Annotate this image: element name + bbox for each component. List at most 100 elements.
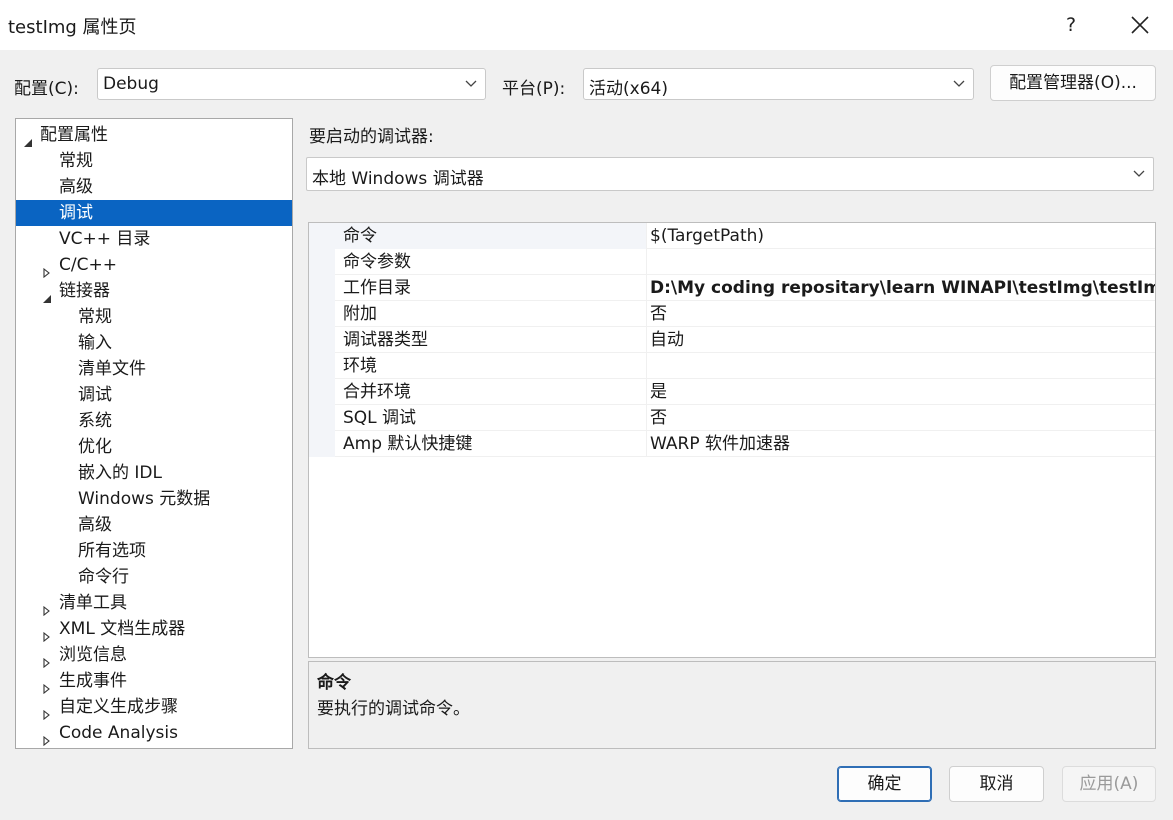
tree-item[interactable]: 优化 (16, 434, 292, 460)
tree-item[interactable]: 生成事件 (16, 668, 292, 695)
cancel-button[interactable]: 取消 (949, 766, 1044, 802)
tree-item-label: Code Analysis (59, 723, 178, 743)
row-gutter (309, 223, 335, 249)
ok-button[interactable]: 确定 (837, 766, 932, 802)
property-row[interactable]: 工作目录 D:\My coding repositary\learn WINAPI… (309, 275, 1155, 301)
tree-item[interactable]: XML 文档生成器 (16, 616, 292, 643)
property-row[interactable]: SQL 调试否 (309, 405, 1155, 431)
config-dropdown[interactable]: Debug (97, 68, 486, 100)
row-gutter (309, 379, 335, 405)
tree-collapsed-icon[interactable] (42, 650, 52, 669)
tree-item[interactable]: 配置属性 (16, 122, 292, 148)
property-value[interactable]: WARP 软件加速器 (647, 431, 1155, 457)
chevron-down-icon (953, 80, 965, 87)
tree-expanded-icon[interactable] (42, 286, 52, 303)
tree-item[interactable]: 调试 (16, 382, 292, 408)
tree-item[interactable]: 清单工具 (16, 590, 292, 617)
tree-item[interactable]: 所有选项 (16, 538, 292, 564)
tree-item[interactable]: Code Analysis (16, 720, 292, 747)
tree-item[interactable]: 高级 (16, 512, 292, 538)
property-name: SQL 调试 (335, 405, 647, 431)
property-value[interactable] (647, 353, 1155, 379)
tree-item[interactable]: C/C++ (16, 252, 292, 279)
tree-collapsed-icon[interactable] (42, 598, 52, 617)
row-gutter (309, 275, 335, 301)
tree-item[interactable]: Windows 元数据 (16, 486, 292, 512)
tree-collapsed-icon[interactable] (42, 728, 52, 747)
close-button[interactable] (1118, 6, 1162, 44)
config-label: 配置(C): (14, 79, 79, 99)
tree-item-label: 配置属性 (40, 125, 108, 145)
property-row[interactable]: 合并环境是 (309, 379, 1155, 405)
title-bar: testImg 属性页 ? (0, 0, 1173, 50)
property-value[interactable]: 是 (647, 379, 1155, 405)
tree-item[interactable]: 常规 (16, 148, 292, 174)
tree-item[interactable]: 调试 (16, 200, 292, 226)
property-grid[interactable]: 命令 $(TargetPath) 命令参数 工作目录 D:\My coding repo… (308, 222, 1156, 658)
tree-item-label: VC++ 目录 (59, 229, 151, 249)
tree-item-label: 命令行 (78, 567, 129, 587)
chevron-down-icon (1133, 170, 1145, 177)
tree-item[interactable]: 命令行 (16, 564, 292, 590)
property-row[interactable]: Amp 默认快捷键 WARP 软件加速器 (309, 431, 1155, 457)
property-row[interactable]: 命令 $(TargetPath) (309, 223, 1155, 249)
property-row[interactable]: 环境 (309, 353, 1155, 379)
debugger-value: 本地 Windows 调试器 (312, 169, 484, 189)
tree-item[interactable]: 浏览信息 (16, 642, 292, 669)
property-value[interactable]: 否 (647, 405, 1155, 431)
row-gutter (309, 301, 335, 327)
tree-item-label: 高级 (78, 515, 112, 535)
description-text: 要执行的调试命令。 (317, 699, 470, 719)
property-tree[interactable]: 配置属性 常规 高级 调试 VC++ 目录 C/C++ 链接器 常规 输入 清单文件 调试 系统 优化嵌… (15, 118, 293, 749)
tree-item-label: 输入 (78, 333, 112, 353)
tree-item[interactable]: 清单文件 (16, 356, 292, 382)
tree-item-label: 常规 (78, 307, 112, 327)
tree-collapsed-icon[interactable] (42, 624, 52, 643)
tree-item[interactable]: 链接器 (16, 278, 292, 304)
property-value[interactable]: $(TargetPath) (647, 223, 1155, 249)
platform-value: 活动(x64) (589, 79, 668, 99)
tree-item-label: C/C++ (59, 255, 117, 275)
tree-item-label: Windows 元数据 (78, 489, 211, 509)
apply-button[interactable]: 应用(A) (1062, 766, 1156, 802)
tree-item[interactable]: 输入 (16, 330, 292, 356)
property-value[interactable]: 否 (647, 301, 1155, 327)
tree-item-label: 优化 (78, 437, 112, 457)
help-button[interactable]: ? (1052, 6, 1090, 44)
config-manager-button[interactable]: 配置管理器(O)... (990, 65, 1156, 101)
close-icon (1131, 16, 1149, 34)
tree-item-label: 常规 (59, 151, 93, 171)
property-row[interactable]: 命令参数 (309, 249, 1155, 275)
tree-item[interactable]: 高级 (16, 174, 292, 200)
tree-item-label: 高级 (59, 177, 93, 197)
tree-item-label: 清单文件 (78, 359, 146, 379)
tree-item-label: 生成事件 (59, 671, 127, 691)
property-value[interactable]: 自动 (647, 327, 1155, 353)
tree-item[interactable]: 常规 (16, 304, 292, 330)
property-value[interactable]: D:\My coding repositary\learn WINAPI\tes… (647, 275, 1155, 301)
tree-item[interactable]: 嵌入的 IDL (16, 460, 292, 486)
property-name: 附加 (335, 301, 647, 327)
property-row[interactable]: 附加否 (309, 301, 1155, 327)
platform-label: 平台(P): (502, 79, 566, 99)
platform-dropdown[interactable]: 活动(x64) (583, 68, 974, 100)
tree-item-label: 嵌入的 IDL (78, 463, 162, 483)
property-name: 环境 (335, 353, 647, 379)
tree-item[interactable]: 系统 (16, 408, 292, 434)
tree-collapsed-icon[interactable] (42, 702, 52, 721)
row-gutter (309, 249, 335, 275)
tree-item-label: 调试 (59, 203, 93, 223)
tree-collapsed-icon[interactable] (42, 676, 52, 695)
property-row[interactable]: 调试器类型 自动 (309, 327, 1155, 353)
tree-item[interactable]: VC++ 目录 (16, 226, 292, 252)
row-gutter (309, 431, 335, 457)
property-value[interactable] (647, 249, 1155, 275)
tree-collapsed-icon[interactable] (42, 260, 52, 279)
tree-expanded-icon[interactable] (23, 130, 33, 147)
tree-item-label: 所有选项 (78, 541, 146, 561)
tree-item[interactable]: 自定义生成步骤 (16, 694, 292, 721)
property-name: Amp 默认快捷键 (335, 431, 647, 457)
debugger-dropdown[interactable]: 本地 Windows 调试器 (306, 157, 1154, 191)
property-name: 调试器类型 (335, 327, 647, 353)
property-name: 工作目录 (335, 275, 647, 301)
